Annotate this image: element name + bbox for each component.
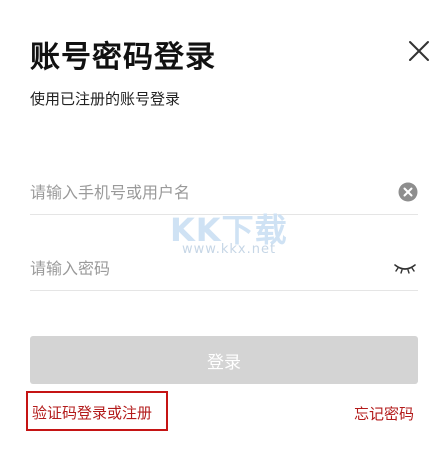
close-icon[interactable] — [406, 38, 432, 64]
login-button[interactable]: 登录 — [30, 336, 418, 384]
sms-login-link[interactable]: 验证码登录或注册 — [32, 402, 152, 423]
page-title: 账号密码登录 — [30, 40, 216, 75]
sms-login-highlight: 验证码登录或注册 — [26, 391, 168, 431]
clear-circle-icon[interactable] — [398, 182, 418, 202]
forgot-password-link[interactable]: 忘记密码 — [354, 403, 414, 424]
page-subtitle: 使用已注册的账号登录 — [30, 90, 181, 108]
password-input[interactable] — [30, 246, 370, 290]
eye-closed-icon[interactable] — [394, 261, 416, 275]
password-field-row — [30, 246, 418, 291]
